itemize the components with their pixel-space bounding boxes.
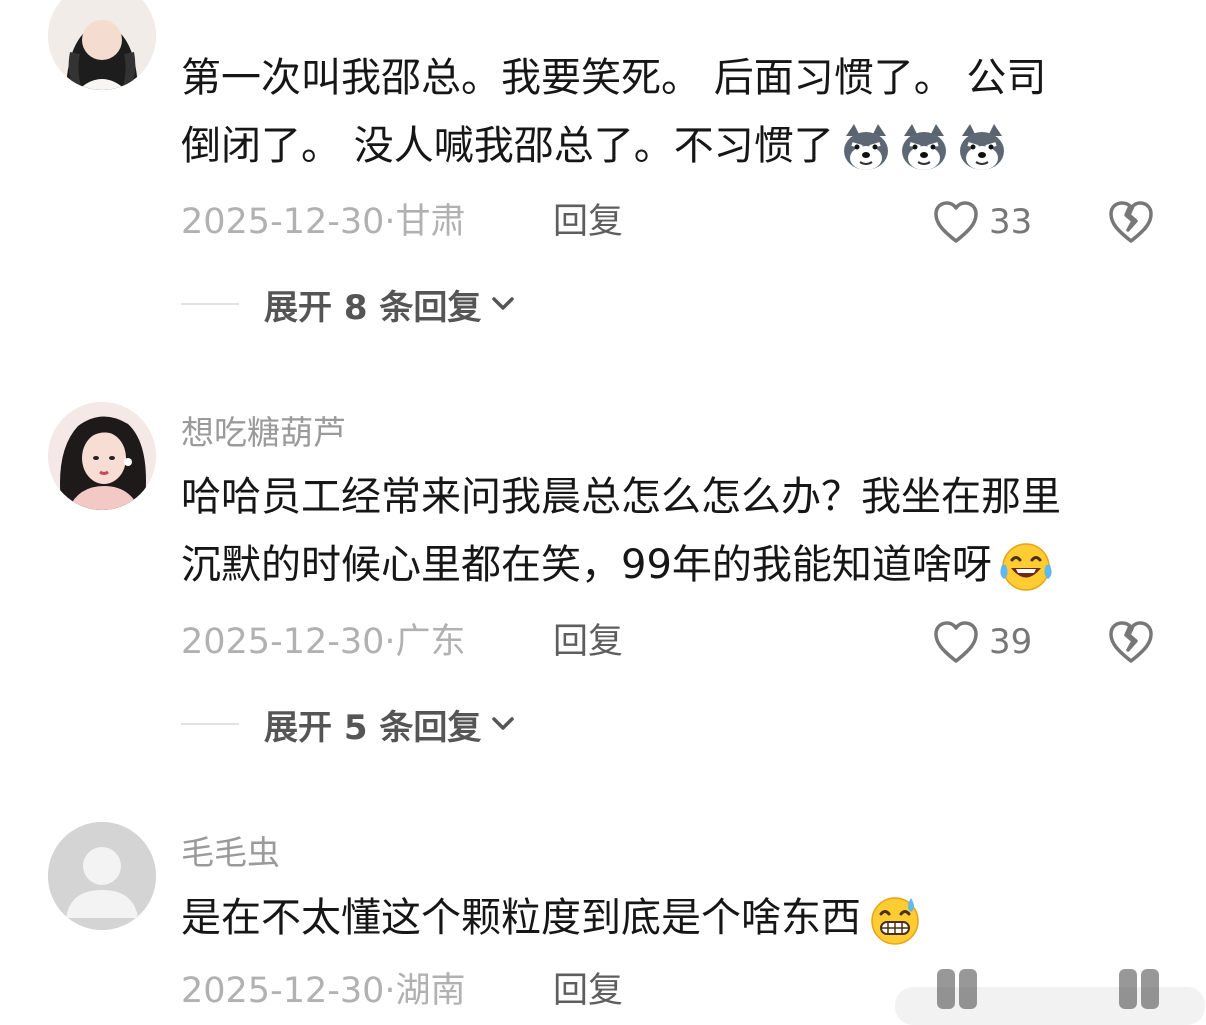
meta-separator: · bbox=[384, 971, 396, 1011]
like-button[interactable]: 39 bbox=[932, 617, 1032, 667]
divider-line bbox=[181, 723, 239, 725]
grimacing-sweat-emoji bbox=[871, 897, 919, 945]
comment-location: 广东 bbox=[395, 622, 466, 662]
comment-meta: 2025-12-30·湖南 回复 bbox=[181, 969, 623, 1013]
heart-outline-icon bbox=[934, 621, 978, 663]
comment-text-line: 是在不太懂这个颗粒度到底是个啥东西 bbox=[181, 884, 1171, 952]
avatar[interactable] bbox=[48, 402, 156, 510]
comment-location: 湖南 bbox=[395, 971, 466, 1011]
comment-username[interactable]: 想吃糖葫芦 bbox=[181, 406, 346, 454]
comment-text-line: 倒闭了。 没人喊我邵总了。不习惯了 bbox=[181, 112, 1171, 180]
comment-username[interactable]: 毛毛虫 bbox=[181, 826, 280, 874]
comment-text-line: 哈哈员工经常来问我晨总怎么怎么办？我坐在那里 bbox=[181, 474, 1061, 520]
heart-outline-icon bbox=[934, 201, 978, 243]
expand-replies-label: 展开 5 条回复 bbox=[264, 707, 482, 748]
comment-meta: 2025-12-30·广东 回复 bbox=[181, 620, 623, 664]
expand-replies-label: 展开 8 条回复 bbox=[264, 287, 482, 328]
dislike-button[interactable] bbox=[1106, 617, 1156, 667]
broken-heart-icon bbox=[1109, 621, 1153, 663]
comment-text-line: 沉默的时候心里都在笑，99年的我能知道啥呀 bbox=[181, 531, 1171, 599]
dislike-button[interactable] bbox=[1106, 197, 1156, 247]
chevron-down-icon bbox=[492, 717, 515, 730]
comment-location: 甘肃 bbox=[395, 202, 466, 242]
meta-separator: · bbox=[384, 622, 396, 662]
comment-date: 2025-12-30 bbox=[181, 202, 385, 242]
comment-text: 第一次叫我邵总。我要笑死。 后面习惯了。 公司 倒闭了。 没人喊我邵总了。不习惯… bbox=[181, 44, 1171, 180]
husky-smirk-emoji bbox=[959, 124, 1004, 170]
watermark-strip bbox=[895, 969, 1205, 1025]
comment-text: 哈哈员工经常来问我晨总怎么怎么办？我坐在那里 沉默的时候心里都在笑，99年的我能… bbox=[181, 463, 1171, 599]
avatar[interactable] bbox=[48, 0, 156, 90]
comment-date: 2025-12-30 bbox=[181, 622, 385, 662]
comment-date: 2025-12-30 bbox=[181, 971, 385, 1011]
tears-of-joy-emoji bbox=[1000, 543, 1052, 591]
chevron-down-icon bbox=[492, 297, 515, 310]
husky-smirk-emoji bbox=[843, 124, 888, 170]
broken-heart-icon bbox=[1109, 201, 1153, 243]
like-count: 39 bbox=[989, 622, 1033, 662]
meta-separator: · bbox=[384, 202, 396, 242]
divider-line bbox=[181, 303, 239, 305]
like-count: 33 bbox=[989, 202, 1033, 242]
reply-button[interactable]: 回复 bbox=[553, 969, 623, 1013]
expand-replies-button[interactable]: 展开 8 条回复 bbox=[181, 282, 515, 328]
husky-smirk-emoji bbox=[901, 124, 946, 170]
comment-text: 是在不太懂这个颗粒度到底是个啥东西 bbox=[181, 884, 1171, 952]
reply-button[interactable]: 回复 bbox=[553, 200, 623, 244]
comment-meta: 2025-12-30·甘肃 回复 bbox=[181, 200, 623, 244]
avatar[interactable] bbox=[48, 822, 156, 930]
comment-text-line: 第一次叫我邵总。我要笑死。 后面习惯了。 公司 bbox=[181, 55, 1047, 101]
reply-button[interactable]: 回复 bbox=[553, 620, 623, 664]
expand-replies-button[interactable]: 展开 5 条回复 bbox=[181, 702, 515, 748]
like-button[interactable]: 33 bbox=[932, 197, 1032, 247]
